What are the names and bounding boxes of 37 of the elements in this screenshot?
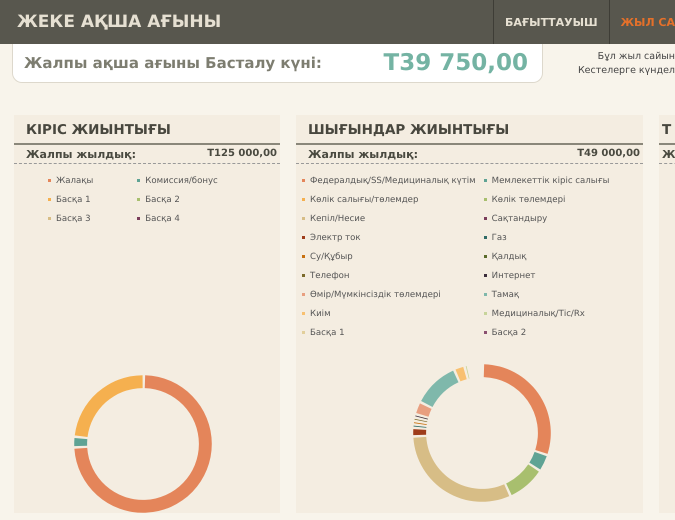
legend-label: Көлік салығы/төлемдер [310,194,418,204]
legend-label: Газ [492,232,507,242]
panel-title: КІРІС ЖИЫНТЫҒЫ [14,115,280,145]
legend-label: Федералдық/SS/Медициналық күтім [310,176,476,186]
legend-label: Медициналық/Тіс/Rx [492,308,585,318]
note-text: Кестелерге күндел [578,64,675,78]
legend-label: Киім [310,308,331,318]
legend-label: Басқа 2 [145,194,180,204]
total-label: Ж [662,148,675,161]
legend-label: Басқа 1 [310,328,345,338]
legend-label: Қалдық [492,252,526,262]
summary-value: Т39 750,00 [384,50,528,76]
total-value: Т125 000,00 [207,148,277,161]
legend-label: Мемлекеттік кіріс салығы [492,176,610,186]
legend-label: Электр ток [310,232,361,242]
legend-label: Басқа 4 [145,214,180,224]
legend-label: Тамақ [492,290,520,300]
note-text: Бұл жыл сайын [598,50,675,64]
app-title: ЖЕКЕ АҚША АҒЫНЫ [16,12,222,32]
total-value: Т49 000,00 [577,148,640,161]
legend-label: Телефон [310,270,350,280]
legend-label: Интернет [492,270,536,280]
legend-label: Басқа 3 [56,214,91,224]
total-label: Жалпы жылдық: [26,148,136,161]
legend-label: Өмір/Мүмкінсіздік төлемдері [310,290,441,300]
panel-title: Т [659,115,675,145]
legend-label: Комиссия/бонус [145,176,218,186]
legend-label: Су/Құбыр [310,252,353,262]
legend-label: Жалақы [56,176,94,186]
legend-label: Кепіл/Несие [310,214,366,224]
panel-title: ШЫҒЫНДАР ЖИЫНТЫҒЫ [296,115,643,145]
legend-label: Басқа 1 [56,194,91,204]
legend-label: Басқа 2 [492,328,526,338]
legend-label: Көлік төлемдері [492,194,566,204]
total-label: Жалпы жылдық: [308,148,418,161]
legend-label: Сақтандыру [492,214,548,224]
summary-label: Жалпы ақша ағыны Басталу күні: [24,54,322,72]
